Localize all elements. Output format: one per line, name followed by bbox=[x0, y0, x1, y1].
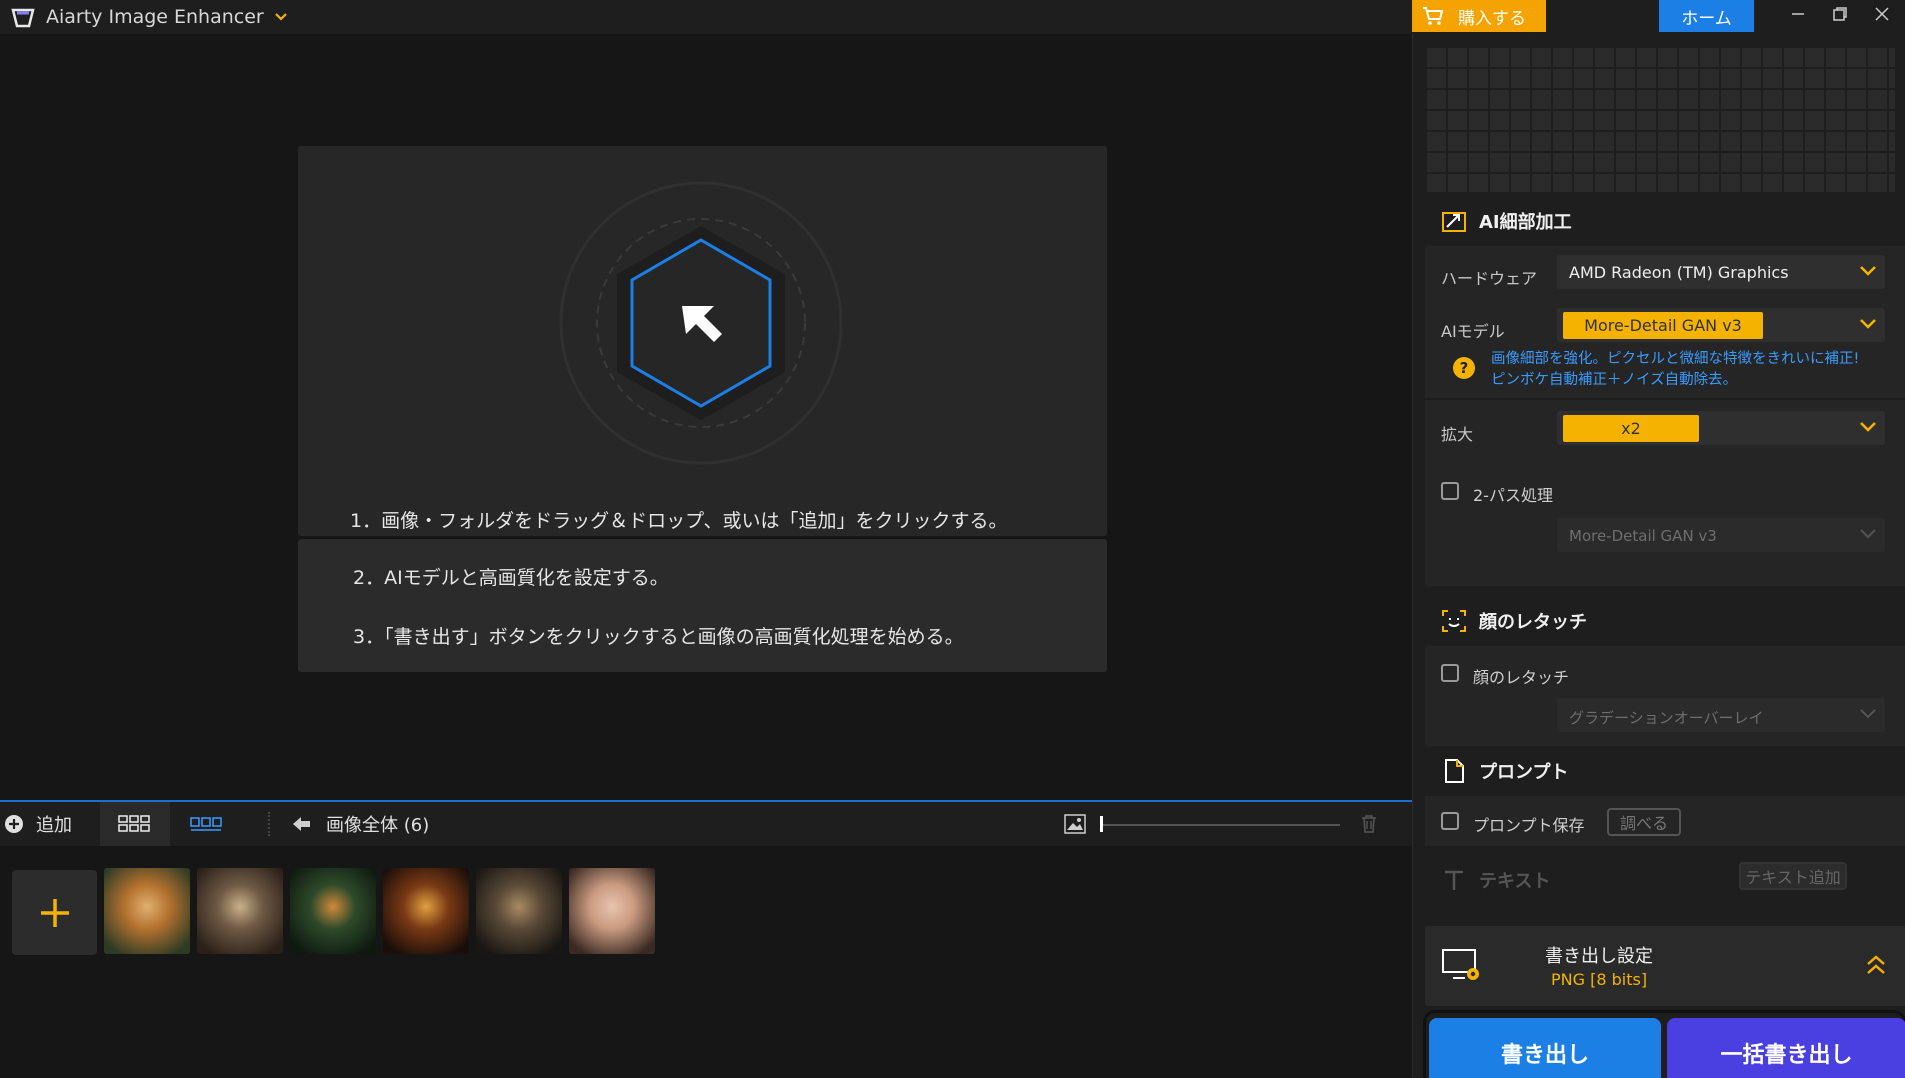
chevron-down-icon bbox=[1860, 529, 1876, 539]
face-mode-select[interactable]: グラデーションオーバーレイ bbox=[1557, 698, 1885, 732]
filmstrip-view-tab[interactable] bbox=[190, 802, 222, 846]
prompt-save-checkbox[interactable] bbox=[1441, 812, 1459, 830]
add-image-tile[interactable] bbox=[12, 870, 97, 955]
plus-icon bbox=[40, 898, 69, 927]
ai-model-value: More-Detail GAN v3 bbox=[1563, 312, 1763, 339]
face-mode-value: グラデーションオーバーレイ bbox=[1569, 709, 1764, 727]
chevron-down-icon bbox=[1860, 422, 1876, 432]
face-scan-icon bbox=[1442, 610, 1466, 632]
window-controls: 購入する ホーム bbox=[1412, 0, 1905, 34]
scale-select[interactable]: x2 bbox=[1557, 411, 1885, 445]
text-section-header: テキスト bbox=[1441, 867, 1550, 893]
minimize-button[interactable] bbox=[1778, 0, 1818, 28]
export-settings-icon bbox=[1442, 949, 1479, 980]
chevron-down-icon[interactable] bbox=[274, 12, 288, 22]
two-pass-checkbox[interactable] bbox=[1441, 482, 1459, 500]
drop-target-icon bbox=[559, 181, 843, 465]
settings-panel: AI細部加工 ハードウェア AMD Radeon (TM) Graphics A… bbox=[1412, 34, 1905, 1078]
all-images-breadcrumb[interactable]: 画像全体 (6) bbox=[292, 802, 429, 846]
buy-button[interactable]: 購入する bbox=[1412, 0, 1546, 32]
chevron-down-icon bbox=[1860, 709, 1876, 719]
scale-value: x2 bbox=[1563, 415, 1699, 442]
image-thumbnail[interactable] bbox=[197, 868, 283, 954]
all-images-label: 画像全体 (6) bbox=[326, 815, 430, 836]
slider-thumb[interactable] bbox=[1100, 816, 1103, 832]
image-thumbnail-strip bbox=[0, 846, 1412, 1078]
app-title: Aiarty Image Enhancer bbox=[46, 6, 264, 28]
step-2-text: 2．AIモデルと高画質化を設定する。 bbox=[353, 567, 669, 589]
prompt-section-header: プロンプト bbox=[1441, 758, 1568, 784]
two-pass-model-select[interactable]: More-Detail GAN v3 bbox=[1557, 518, 1885, 552]
toolbar-divider bbox=[268, 812, 270, 836]
ai-section-header: AI細部加工 bbox=[1441, 208, 1572, 234]
preview-navigator bbox=[1425, 46, 1895, 192]
image-thumbnail[interactable] bbox=[383, 868, 469, 954]
export-format: PNG [8 bits] bbox=[1551, 970, 1648, 989]
face-section-header: 顔のレタッチ bbox=[1441, 608, 1587, 634]
cart-icon bbox=[1423, 7, 1444, 25]
maximize-button[interactable] bbox=[1820, 0, 1860, 28]
image-thumbnail[interactable] bbox=[476, 868, 562, 954]
add-label: 追加 bbox=[36, 815, 72, 836]
hardware-label: ハードウェア bbox=[1441, 269, 1538, 288]
add-button[interactable]: 追加 bbox=[4, 802, 72, 846]
model-hint-line2: ピンボケ自動補正＋ノイズ自動除去。 bbox=[1491, 372, 1738, 388]
thumbnail-size-slider[interactable] bbox=[1100, 824, 1340, 826]
image-thumbnail[interactable] bbox=[290, 868, 376, 954]
document-icon bbox=[1445, 759, 1464, 783]
model-hint: 画像細部を強化。ピクセルと微細な特徴をきれいに補正! ピンボケ自動補正＋ノイズ自… bbox=[1491, 349, 1859, 391]
two-pass-label: 2-パス処理 bbox=[1473, 486, 1553, 505]
chevron-down-icon bbox=[1860, 266, 1876, 276]
hardware-value: AMD Radeon (TM) Graphics bbox=[1569, 263, 1789, 282]
grid-view-tab[interactable] bbox=[100, 802, 170, 846]
main-canvas[interactable]: 1．画像・フォルダをドラッグ＆ドロップ、或いは「追加」をクリックする。 2．AI… bbox=[0, 34, 1412, 800]
back-arrow-icon bbox=[293, 817, 310, 831]
double-chevron-up-icon[interactable] bbox=[1865, 954, 1887, 976]
image-list-toolbar: 追加 画像全体 (6) bbox=[0, 800, 1412, 846]
check-prompt-button[interactable]: 調べる bbox=[1607, 808, 1681, 836]
filmstrip-view-icon bbox=[190, 817, 222, 831]
export-button[interactable]: 書き出し bbox=[1429, 1018, 1661, 1078]
drop-zone[interactable]: 1．画像・フォルダをドラッグ＆ドロップ、或いは「追加」をクリックする。 bbox=[298, 146, 1107, 536]
ai-model-label: AIモデル bbox=[1441, 322, 1505, 341]
ai-section-title: AI細部加工 bbox=[1479, 212, 1572, 233]
chevron-down-icon bbox=[1860, 319, 1876, 329]
prompt-section-title: プロンプト bbox=[1479, 762, 1569, 783]
buy-label: 購入する bbox=[1458, 8, 1526, 29]
close-icon bbox=[1875, 7, 1889, 21]
image-thumbnail[interactable] bbox=[104, 868, 190, 954]
grid-view-icon bbox=[118, 815, 150, 832]
title-bar: Aiarty Image Enhancer bbox=[0, 0, 1412, 34]
instructions-panel: 2．AIモデルと高画質化を設定する。 3．「書き出す」ボタンをクリックすると画像… bbox=[298, 539, 1107, 672]
face-retouch-checkbox[interactable] bbox=[1441, 664, 1459, 682]
two-pass-model-value: More-Detail GAN v3 bbox=[1569, 527, 1717, 545]
prompt-save-label: プロンプト保存 bbox=[1473, 816, 1585, 835]
minimize-icon bbox=[1792, 13, 1804, 15]
scale-label: 拡大 bbox=[1441, 425, 1474, 444]
model-hint-line1: 画像細部を強化。ピクセルと微細な特徴をきれいに補正! bbox=[1491, 351, 1860, 367]
restore-icon bbox=[1833, 7, 1847, 21]
thumbnail-size-icon bbox=[1064, 814, 1086, 834]
close-button[interactable] bbox=[1862, 0, 1902, 28]
enlarge-icon bbox=[1442, 212, 1466, 232]
export-settings-title: 書き出し設定 bbox=[1545, 946, 1653, 967]
step-3-text: 3．「書き出す」ボタンをクリックすると画像の高画質化処理を始める。 bbox=[353, 626, 964, 648]
image-thumbnail[interactable] bbox=[569, 868, 655, 954]
add-circle-icon bbox=[5, 815, 23, 833]
trash-icon[interactable] bbox=[1360, 814, 1378, 834]
export-settings[interactable]: 書き出し設定 PNG [8 bits] bbox=[1425, 926, 1905, 1006]
face-section-title: 顔のレタッチ bbox=[1479, 612, 1587, 633]
text-section-title: テキスト bbox=[1479, 871, 1551, 892]
ai-model-select[interactable]: More-Detail GAN v3 bbox=[1557, 308, 1885, 342]
divider bbox=[1425, 398, 1905, 400]
face-retouch-label: 顔のレタッチ bbox=[1473, 668, 1570, 687]
home-button[interactable]: ホーム bbox=[1659, 0, 1754, 32]
add-text-button[interactable]: テキスト追加 bbox=[1739, 862, 1847, 890]
text-tool-icon bbox=[1445, 870, 1463, 890]
help-icon: ? bbox=[1453, 357, 1475, 379]
step-1-text: 1．画像・フォルダをドラッグ＆ドロップ、或いは「追加」をクリックする。 bbox=[350, 510, 1008, 532]
hardware-select[interactable]: AMD Radeon (TM) Graphics bbox=[1557, 255, 1885, 289]
batch-export-button[interactable]: 一括書き出し bbox=[1667, 1018, 1905, 1078]
app-logo-icon bbox=[11, 8, 35, 28]
